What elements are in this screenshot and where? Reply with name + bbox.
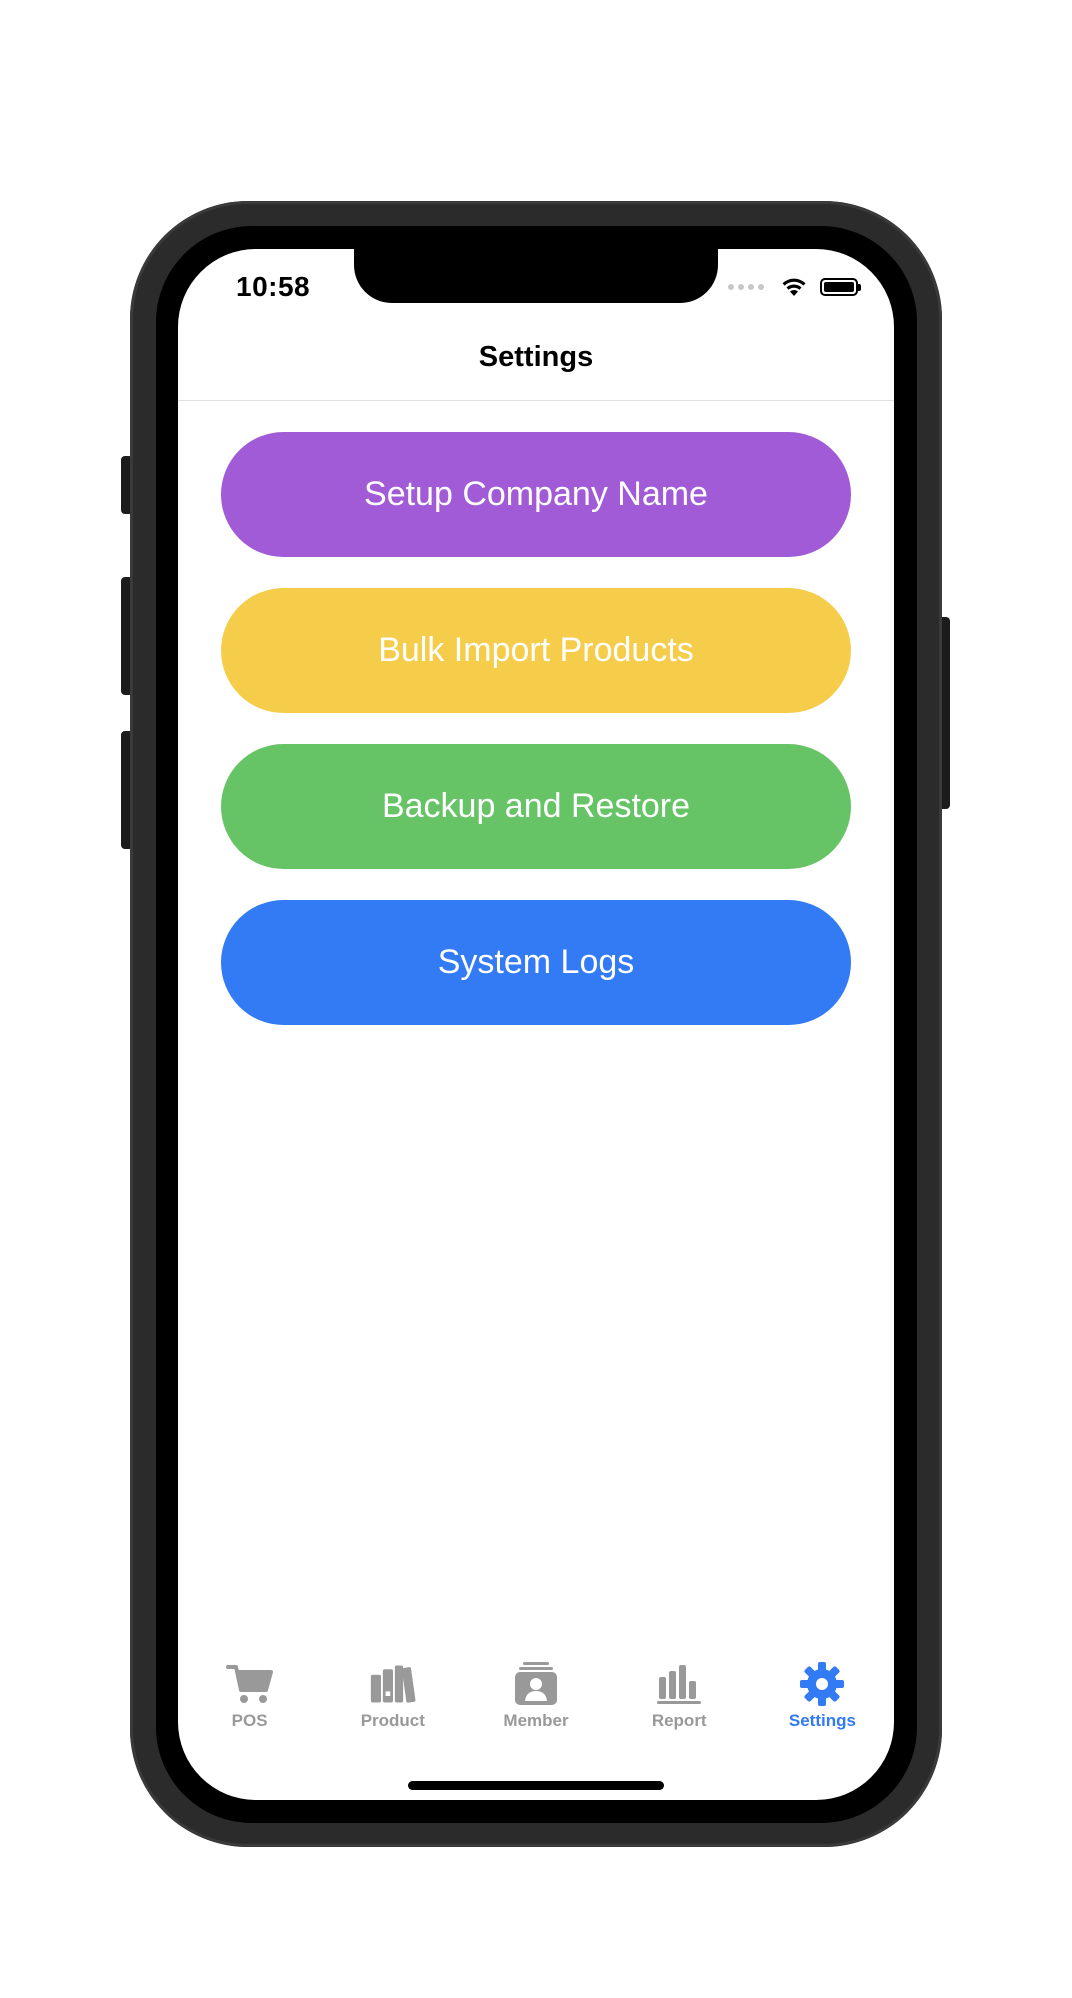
tab-report[interactable]: Report [608,1661,751,1741]
contact-card-icon [512,1661,560,1707]
wifi-icon [782,278,806,296]
tab-bar: POS Product Member Report Settings [178,1661,894,1741]
tab-label: Member [503,1711,569,1730]
device-stage: 10:58 Settings Setup Company Name Bulk I… [0,0,1072,1998]
nav-divider [178,400,894,401]
tab-label: POS [231,1711,268,1730]
battery-icon [820,278,861,296]
tab-pos[interactable]: POS [178,1661,321,1741]
tab-label: Settings [788,1711,856,1730]
tab-settings[interactable]: Settings [751,1661,894,1741]
tab-label: Product [360,1711,425,1730]
bulk-import-products-button[interactable]: Bulk Import Products [221,588,851,713]
page-title: Settings [478,341,594,373]
backup-and-restore-button[interactable]: Backup and Restore [221,744,851,869]
phone-screen: 10:58 Settings Setup Company Name Bulk I… [178,249,894,1800]
system-logs-button[interactable]: System Logs [221,900,851,1025]
cellular-signal-icon [728,284,764,290]
gear-icon [798,1661,846,1707]
tab-label: Report [651,1711,707,1730]
home-indicator[interactable] [408,1781,664,1790]
status-time: 10:58 [236,271,311,302]
status-icons [728,276,861,298]
tab-member[interactable]: Member [464,1661,607,1741]
cart-icon [225,1661,274,1707]
tab-product[interactable]: Product [321,1661,464,1741]
books-icon [369,1661,417,1707]
setup-company-name-button[interactable]: Setup Company Name [221,432,851,557]
bar-chart-icon [655,1661,703,1707]
notch [354,249,718,303]
